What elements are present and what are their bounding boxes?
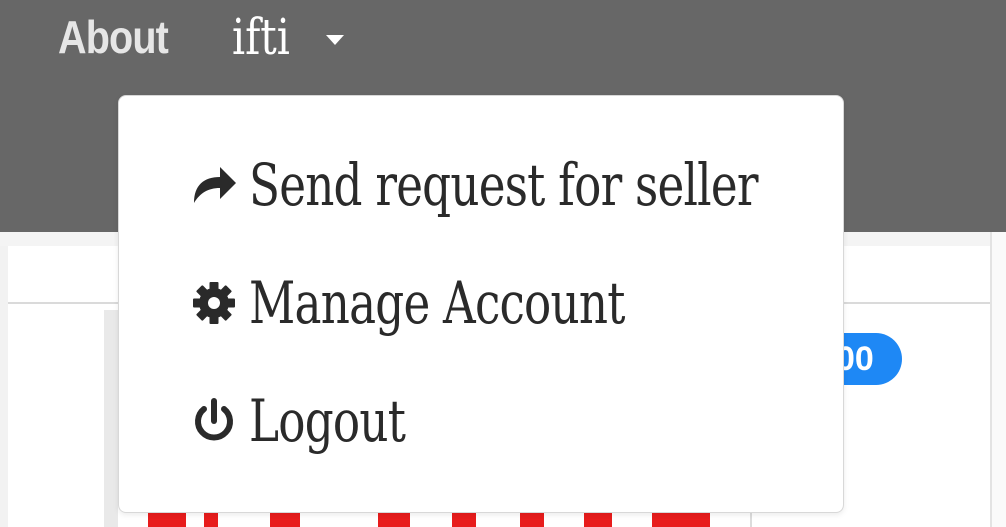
share-icon — [189, 160, 239, 210]
gear-icon — [189, 278, 239, 328]
menu-item-logout[interactable]: Logout — [189, 387, 449, 455]
user-name: ifti — [232, 8, 290, 66]
right-edge — [990, 232, 1006, 527]
menu-item-label: Logout — [249, 387, 406, 455]
user-dropdown-menu: Send request for seller Manage Account L… — [118, 95, 844, 513]
card-image-edge — [104, 310, 118, 527]
menu-item-manage-account[interactable]: Manage Account — [189, 269, 731, 337]
nav-about-link[interactable]: About — [58, 10, 169, 64]
menu-item-label: Send request for seller — [249, 151, 758, 219]
user-menu-toggle[interactable]: ifti — [232, 8, 344, 66]
menu-item-send-request[interactable]: Send request for seller — [189, 151, 901, 219]
menu-item-label: Manage Account — [249, 269, 625, 337]
power-icon — [189, 396, 239, 446]
caret-down-icon — [326, 35, 344, 45]
left-margin — [0, 246, 8, 527]
